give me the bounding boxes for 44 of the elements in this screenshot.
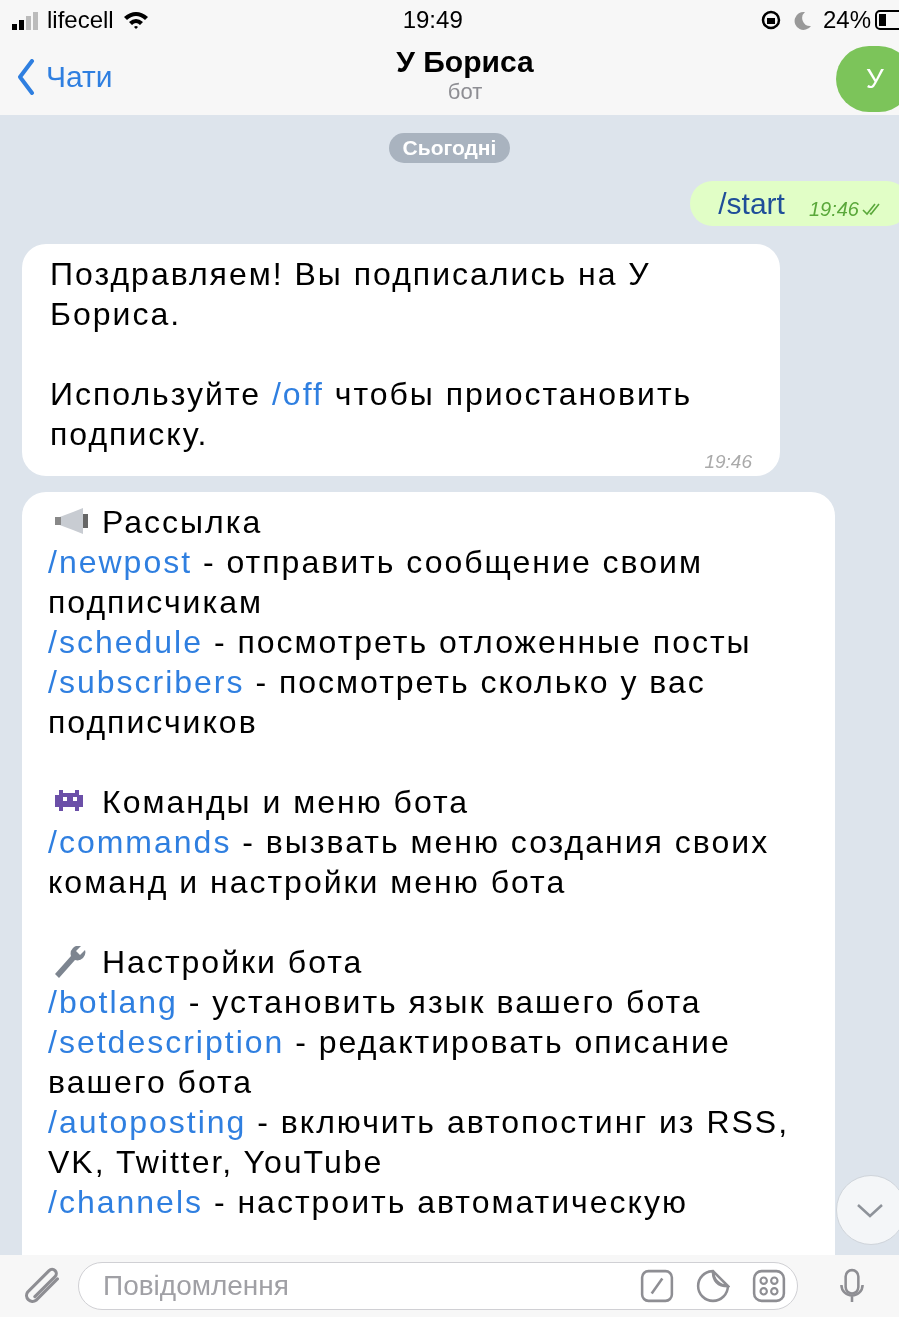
moon-icon: [792, 10, 813, 30]
chat-subtitle: бот: [447, 80, 483, 104]
carrier-name: lifecell: [47, 5, 114, 35]
command-description: /setdescription - редактировать описание вашего бота: [48, 1023, 732, 1102]
command-description: /autoposting - включить автопостинг из RSS, VK, Twitter, YouTube: [48, 1103, 791, 1182]
battery-icon: [875, 10, 899, 30]
menu-grid-icon[interactable]: [752, 1269, 786, 1303]
command-link[interactable]: /newpost: [48, 544, 193, 580]
rotation-lock-icon: [760, 10, 781, 30]
command-description: /schedule - посмотреть отложенные посты: [48, 623, 753, 662]
section-title: Настройки бота: [102, 943, 364, 982]
command-description: /botlang - установить язык вашего бота: [48, 983, 703, 1022]
command-link[interactable]: /commands: [48, 824, 232, 860]
command-link[interactable]: /subscribers: [48, 664, 245, 700]
battery-percent: 24%: [822, 5, 871, 35]
command-link[interactable]: /channels: [48, 1184, 203, 1220]
message-paragraph: Используйте /off чтобы приостановить подписку.: [50, 375, 694, 454]
command-link[interactable]: /schedule: [48, 624, 203, 660]
command-link[interactable]: /botlang: [48, 984, 178, 1020]
chevron-down-icon: [855, 1201, 885, 1219]
section-title: Рассылка: [102, 503, 263, 542]
chat-title: У Бориса: [396, 44, 534, 80]
message-text: /start: [718, 186, 785, 222]
command-description: /channels - настроить автоматическую: [48, 1183, 689, 1222]
chat-avatar[interactable]: У: [836, 46, 899, 112]
microphone-icon[interactable]: [838, 1268, 866, 1304]
command-description: /commands - вызвать меню создания своих команд и настройки меню бота: [48, 823, 771, 902]
signal-icon: [12, 10, 39, 30]
message-time: 19:46: [808, 196, 859, 222]
date-label: Сьогодні: [388, 133, 511, 163]
command-link[interactable]: /autoposting: [48, 1104, 247, 1140]
section-title: Команды и меню бота: [102, 783, 470, 822]
message-time: 19:46: [704, 452, 752, 472]
command-description: /subscribers - посмотреть сколько у вас подписчиков: [48, 663, 707, 742]
command-description: /newpost - отправить сообщение своим подписчикам: [48, 543, 704, 622]
command-icon[interactable]: [640, 1269, 674, 1303]
command-link[interactable]: /setdescription: [48, 1024, 285, 1060]
back-button[interactable]: Чати: [16, 54, 113, 99]
message-input-field[interactable]: Повідомлення: [78, 1262, 798, 1310]
back-chevron-icon: [16, 58, 36, 95]
command-link[interactable]: /off: [271, 376, 324, 412]
status-time: 19:49: [401, 5, 464, 35]
message-paragraph: Поздравляем! Вы подписались на У Бориса.: [50, 255, 652, 334]
sticker-icon[interactable]: [696, 1269, 730, 1303]
